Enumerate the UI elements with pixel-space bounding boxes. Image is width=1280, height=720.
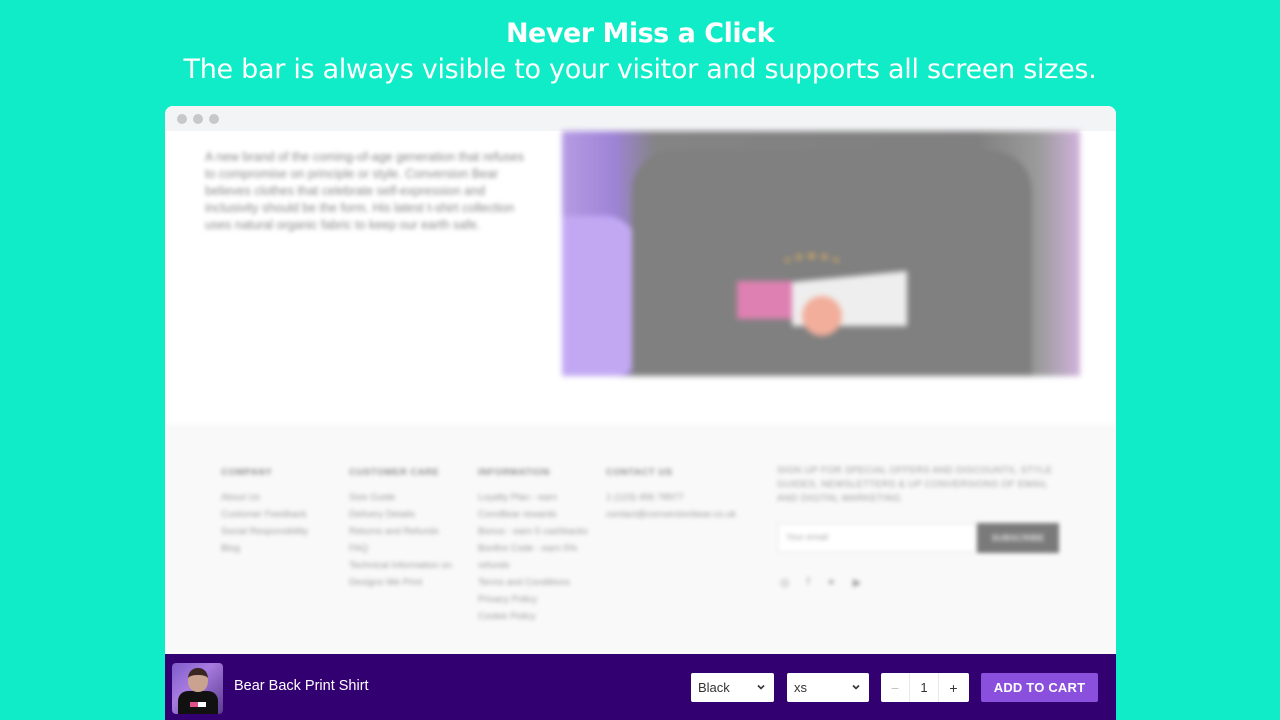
sticky-add-to-cart-bar: Bear Back Print Shirt Black xs − 1 + ADD… [165,654,1116,720]
product-thumbnail [172,663,223,714]
product-name: Bear Back Print Shirt [234,678,369,694]
store-footer: COMPANY About Us Customer Feedback Socia… [165,424,1116,660]
footer-heading: COMPANY [221,467,273,478]
footer-phone[interactable]: 1 (123) 456 78977 [606,489,736,506]
chevron-down-icon [852,684,860,690]
footer-heading: CONTACT US [606,467,673,478]
quantity-value[interactable]: 1 [910,673,939,702]
subscribe-button[interactable]: SUBSCRIBE [977,523,1059,553]
product-photo [562,131,1080,376]
instagram-icon[interactable]: ◎ [780,576,790,589]
quantity-decrease-button[interactable]: − [881,673,910,702]
window-dot-maximize [209,113,219,124]
footer-link[interactable]: Customer Feedback [221,506,308,523]
footer-link[interactable]: Delivery Details [349,506,464,523]
color-select[interactable]: Black [691,673,774,702]
footer-column-information: INFORMATION Loyalty Plan - earn ConvBear… [478,464,593,625]
footer-link[interactable]: FAQ [349,540,464,557]
store-page: A new brand of the coming-of-age generat… [165,131,1116,720]
color-select-value: Black [698,680,730,695]
window-dot-minimize [193,113,203,124]
hero-title: Never Miss a Click [505,18,775,49]
footer-column-contact: CONTACT US 1 (123) 456 78977 contact@con… [606,464,736,523]
browser-window: A new brand of the coming-of-age generat… [165,106,1116,720]
footer-link[interactable]: Terms and Conditions [478,574,593,591]
footer-heading: CUSTOMER CARE [349,467,440,478]
newsletter-email-input[interactable]: Your email [777,523,977,553]
facebook-icon[interactable]: f [807,576,810,589]
quantity-increase-button[interactable]: + [939,673,968,702]
footer-link[interactable]: Social Responsibility [221,523,308,540]
footer-link[interactable]: Bonus - earn 5 cashbacks [478,523,593,540]
window-dot-close [177,113,187,124]
newsletter-text: SIGN UP FOR SPECIAL OFFERS AND DISCOUNTS… [777,465,1053,504]
size-select[interactable]: xs [787,673,869,702]
browser-chrome [165,106,1116,131]
footer-link[interactable]: Bonfire Code - earn 5% refunds [478,540,593,574]
footer-heading: INFORMATION [478,467,550,478]
footer-link[interactable]: About Us [221,489,308,506]
footer-column-customer-care: CUSTOMER CARE Size Guide Delivery Detail… [349,464,464,591]
chevron-down-icon [757,684,765,690]
footer-link[interactable]: Loyalty Plan - earn ConvBear rewards [478,489,593,523]
footer-email[interactable]: contact@conversionbear.co.uk [606,506,736,523]
size-select-value: xs [794,680,807,695]
add-to-cart-button[interactable]: ADD TO CART [981,673,1098,702]
footer-link[interactable]: Blog [221,540,308,557]
footer-link[interactable]: Cookie Policy [478,608,593,625]
footer-link[interactable]: Size Guide [349,489,464,506]
hero-subtitle: The bar is always visible to your visito… [183,54,1097,85]
footer-column-company: COMPANY About Us Customer Feedback Socia… [221,464,308,557]
footer-link[interactable]: Privacy Policy [478,591,593,608]
footer-link[interactable]: Technical Information on Designs We Prin… [349,557,464,591]
brand-intro-text: A new brand of the coming-of-age generat… [205,150,524,232]
newsletter-form: Your email SUBSCRIBE [777,523,1059,553]
quantity-stepper: − 1 + [881,673,969,702]
twitter-icon[interactable]: ✦ [827,576,836,589]
youtube-icon[interactable]: ▶ [853,576,861,589]
footer-link[interactable]: Returns and Refunds [349,523,464,540]
social-links: ◎ f ✦ ▶ [780,576,861,589]
